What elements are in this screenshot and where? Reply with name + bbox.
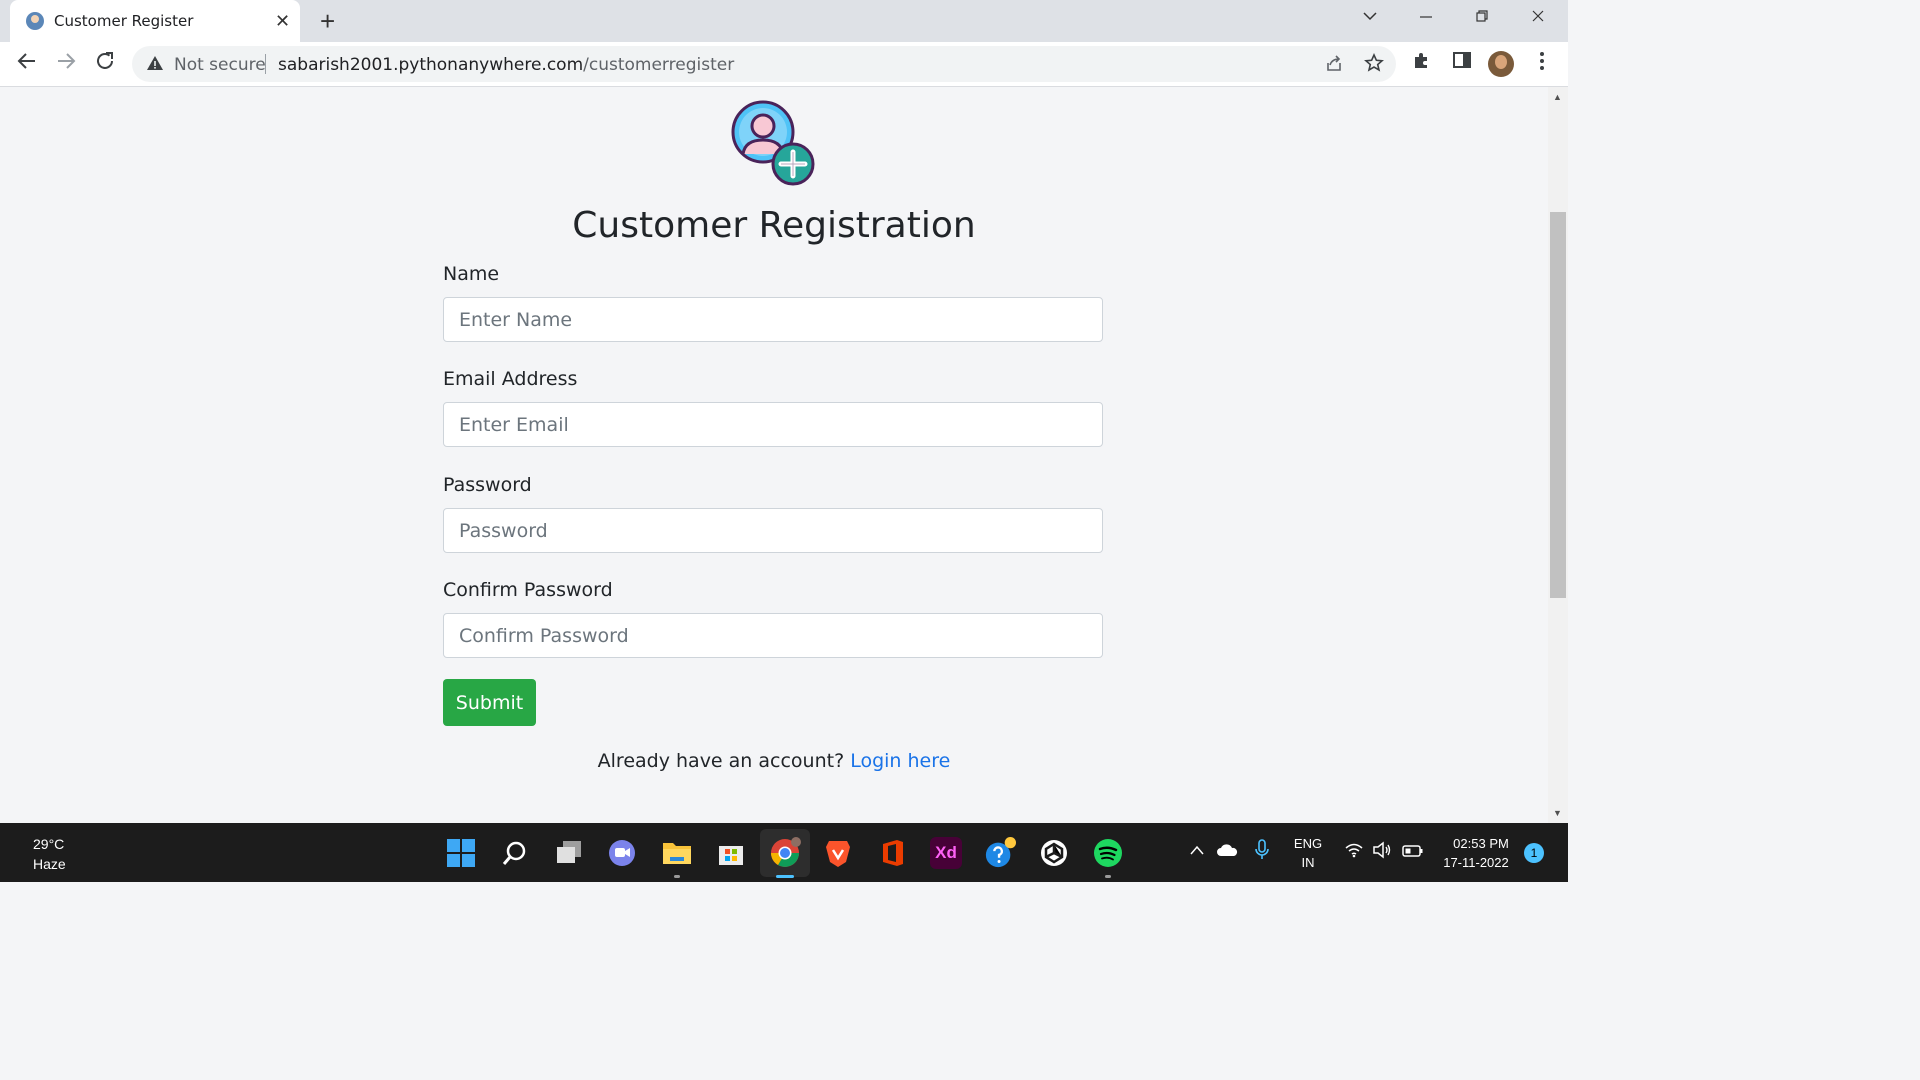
microphone-icon[interactable] [1255, 839, 1269, 864]
clock-date[interactable]: 17-11-2022 [1436, 855, 1516, 870]
close-window-icon[interactable] [1530, 6, 1546, 30]
weather-temperature[interactable]: 29°C [33, 836, 64, 852]
scrollbar-thumb[interactable] [1550, 212, 1566, 598]
office-icon[interactable] [877, 837, 909, 869]
password-label: Password [443, 474, 532, 496]
minimize-icon[interactable] [1418, 6, 1434, 30]
wifi-icon[interactable] [1344, 842, 1364, 861]
bookmark-star-icon[interactable] [1364, 53, 1384, 79]
reload-icon[interactable] [94, 50, 116, 78]
back-icon[interactable] [16, 50, 38, 78]
restore-icon[interactable] [1474, 6, 1490, 30]
active-indicator [776, 875, 794, 878]
battery-icon[interactable] [1402, 844, 1424, 861]
share-icon[interactable] [1324, 53, 1344, 79]
confirm-password-input[interactable] [443, 613, 1103, 658]
address-bar[interactable]: Not secure sabarish2001.pythonanywhere.c… [132, 46, 1396, 82]
add-user-icon [731, 100, 815, 186]
chrome-icon[interactable] [769, 837, 801, 869]
teams-chat-icon[interactable] [606, 837, 638, 869]
get-help-icon[interactable] [984, 837, 1016, 869]
tab-strip: Customer Register ✕ + [0, 0, 1568, 42]
submit-button[interactable]: Submit [443, 679, 536, 726]
forward-icon[interactable] [55, 50, 77, 78]
page-title: Customer Registration [572, 205, 976, 246]
confirm-password-label: Confirm Password [443, 579, 613, 601]
browser-toolbar: Not secure sabarish2001.pythonanywhere.c… [0, 42, 1568, 87]
show-hidden-icons-chevron-icon[interactable] [1189, 843, 1205, 859]
running-indicator [674, 875, 680, 878]
scroll-down-icon[interactable]: ▼ [1553, 808, 1562, 818]
email-label: Email Address [443, 368, 578, 390]
email-input[interactable] [443, 402, 1103, 447]
tab-search-icon[interactable] [1362, 6, 1378, 30]
weather-condition[interactable]: Haze [33, 856, 66, 872]
extensions-icon[interactable] [1412, 50, 1432, 76]
name-input[interactable] [443, 297, 1103, 342]
url-text[interactable]: sabarish2001.pythonanywhere.com/customer… [278, 55, 734, 75]
adobe-xd-icon[interactable]: Xd [930, 837, 962, 869]
site-favicon-icon [26, 12, 44, 30]
password-input[interactable] [443, 508, 1103, 553]
side-panel-icon[interactable] [1452, 50, 1472, 76]
close-tab-icon[interactable]: ✕ [275, 10, 290, 32]
onedrive-cloud-icon[interactable] [1216, 843, 1238, 860]
name-label: Name [443, 263, 500, 285]
microsoft-store-icon[interactable] [715, 837, 747, 869]
menu-kebab-icon[interactable] [1532, 50, 1552, 78]
brave-icon[interactable] [822, 837, 854, 869]
browser-tab[interactable]: Customer Register ✕ [10, 0, 300, 42]
clock-time[interactable]: 02:53 PM [1436, 836, 1526, 851]
warning-icon[interactable] [146, 54, 164, 77]
login-prompt: Already have an account? Login here [0, 750, 1548, 772]
divider [265, 54, 266, 74]
volume-icon[interactable] [1372, 841, 1392, 862]
scroll-up-icon[interactable]: ▲ [1553, 92, 1562, 102]
file-explorer-icon[interactable] [661, 837, 693, 869]
notification-badge[interactable]: 1 [1524, 843, 1544, 863]
unity-hub-icon[interactable] [1038, 837, 1070, 869]
language-label[interactable]: ENG [1290, 836, 1326, 851]
page-content [0, 87, 1548, 823]
profile-avatar[interactable] [1488, 51, 1514, 77]
new-tab-button[interactable]: + [320, 7, 335, 35]
login-link[interactable]: Login here [850, 750, 950, 772]
tab-title: Customer Register [54, 12, 194, 30]
spotify-icon[interactable] [1092, 837, 1124, 869]
windows-taskbar: 29°C Haze Xd ENG IN 02:53 PM 17-11-2022 [0, 823, 1568, 882]
start-icon[interactable] [445, 837, 477, 869]
running-indicator [1105, 875, 1111, 878]
region-label[interactable]: IN [1290, 855, 1326, 870]
task-view-icon[interactable] [553, 837, 585, 869]
login-prompt-text: Already have an account? [597, 750, 845, 772]
security-label[interactable]: Not secure [174, 55, 266, 75]
search-icon[interactable] [499, 837, 531, 869]
